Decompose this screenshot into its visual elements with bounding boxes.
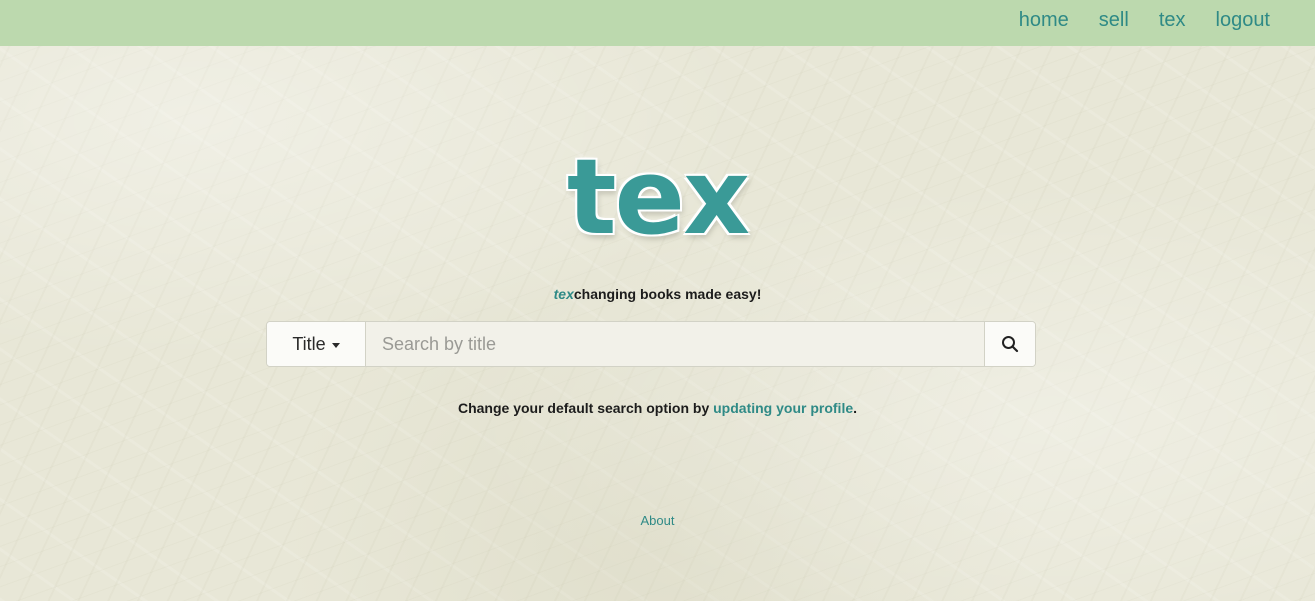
- default-search-hint: Change your default search option by upd…: [0, 400, 1315, 416]
- logo-text: tex: [566, 136, 750, 258]
- search-type-dropdown[interactable]: Title: [267, 322, 366, 366]
- footer: About: [0, 513, 1315, 528]
- top-nav-menu: home sell tex logout: [1019, 9, 1270, 32]
- nav-link-home[interactable]: home: [1019, 9, 1069, 32]
- about-link[interactable]: About: [641, 513, 675, 528]
- tagline-text: changing books made easy!: [573, 286, 762, 302]
- search-input[interactable]: [366, 322, 984, 366]
- hint-text: Change your default search option by: [457, 400, 714, 416]
- top-navbar: home sell tex logout: [0, 0, 1315, 46]
- search-button[interactable]: [984, 322, 1035, 366]
- search-type-label: Title: [292, 333, 326, 354]
- nav-link-tex[interactable]: tex: [1159, 9, 1186, 32]
- search-bar: Title: [266, 321, 1036, 367]
- search-icon: [1002, 336, 1019, 353]
- hint-period: .: [853, 400, 858, 416]
- caret-down-icon: [331, 342, 340, 348]
- tagline-brand: tex: [553, 286, 574, 302]
- tagline: texchanging books made easy!: [0, 286, 1315, 302]
- nav-link-logout[interactable]: logout: [1216, 9, 1271, 32]
- update-profile-link[interactable]: updating your profile: [713, 400, 853, 416]
- nav-link-sell[interactable]: sell: [1099, 9, 1129, 32]
- logo: tex: [0, 136, 1315, 258]
